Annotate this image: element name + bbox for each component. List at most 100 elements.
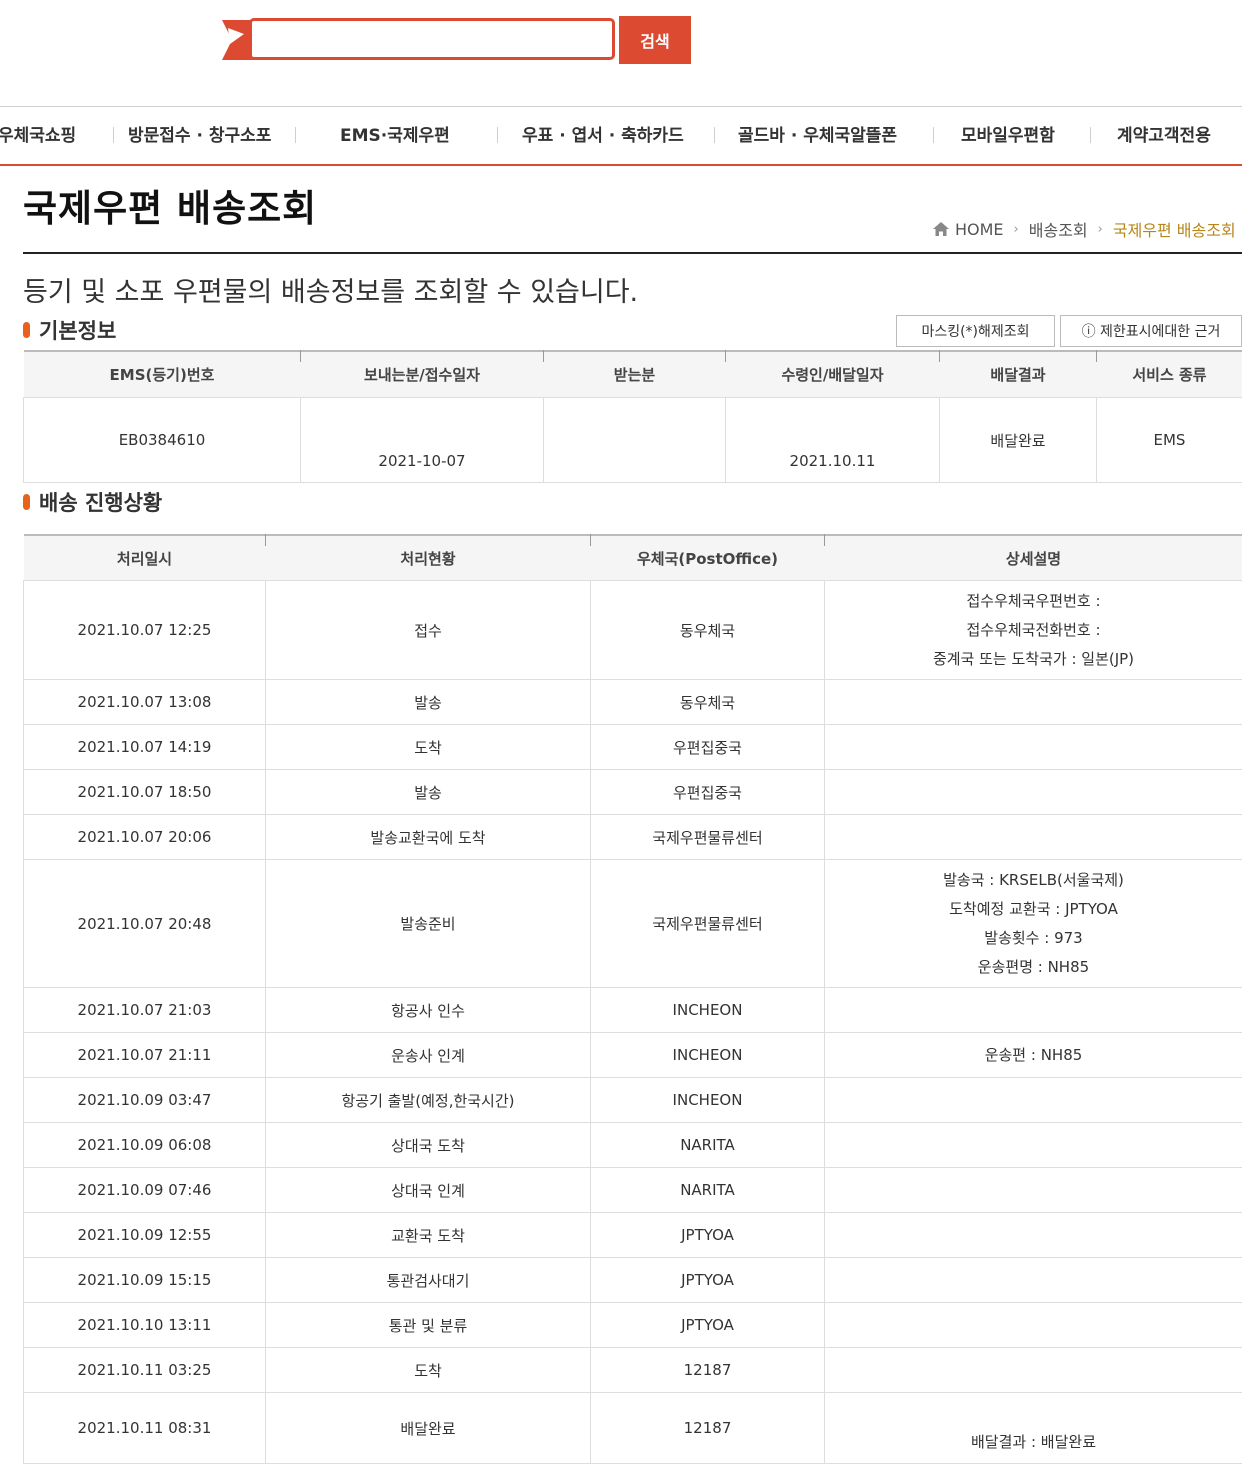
- process-datetime: 2021.10.07 12:25: [24, 581, 266, 680]
- search-button[interactable]: 검색: [619, 16, 691, 64]
- post-office: 우편집중국: [591, 725, 825, 770]
- section-title-label: 배송 진행상황: [39, 487, 162, 517]
- chevron-right-icon: ›: [1098, 222, 1103, 237]
- post-office: 동우체국: [591, 581, 825, 680]
- process-status: 발송준비: [266, 860, 591, 988]
- process-datetime: 2021.10.07 20:06: [24, 815, 266, 860]
- column-header: 처리현황: [266, 535, 591, 581]
- post-office: 12187: [591, 1393, 825, 1464]
- restriction-info-button[interactable]: ⓘ 제한표시에대한 근거: [1060, 315, 1242, 347]
- process-datetime: 2021.10.07 18:50: [24, 770, 266, 815]
- detail-description: 운송편 : NH85: [825, 1033, 1242, 1078]
- breadcrumb-home[interactable]: HOME: [955, 220, 1004, 239]
- process-datetime: 2021.10.07 13:08: [24, 680, 266, 725]
- detail-description: [825, 1213, 1242, 1258]
- table-row: 2021.10.07 12:25접수동우체국접수우체국우편번호 :접수우체국전화…: [24, 581, 1242, 680]
- post-office: 국제우편물류센터: [591, 860, 825, 988]
- process-datetime: 2021.10.11 03:25: [24, 1348, 266, 1393]
- process-status: 도착: [266, 725, 591, 770]
- post-office: JPTYOA: [591, 1213, 825, 1258]
- nav-item-stamps[interactable]: 우표 · 엽서 · 축하카드: [522, 121, 684, 146]
- detail-line: 도착예정 교환국 : JPTYOA: [826, 895, 1241, 924]
- table-row: 2021.10.07 13:08발송동우체국: [24, 680, 1242, 725]
- breadcrumb-current[interactable]: 국제우편 배송조회: [1113, 217, 1236, 241]
- detail-line: 발송국 : KRSELB(서울국제): [826, 866, 1241, 895]
- service-type: EMS: [1097, 398, 1242, 483]
- nav-divider: [933, 127, 934, 143]
- process-datetime: 2021.10.07 21:03: [24, 988, 266, 1033]
- detail-description: [825, 680, 1242, 725]
- column-header: 처리일시: [24, 535, 266, 581]
- process-datetime: 2021.10.09 12:55: [24, 1213, 266, 1258]
- post-office: JPTYOA: [591, 1258, 825, 1303]
- nav-divider: [497, 127, 498, 143]
- process-status: 상대국 인계: [266, 1168, 591, 1213]
- detail-description: [825, 725, 1242, 770]
- section-bullet-icon: [23, 322, 30, 338]
- process-status: 배달완료: [266, 1393, 591, 1464]
- nav-item-shopping[interactable]: 우체국쇼핑: [0, 121, 76, 146]
- process-status: 도착: [266, 1348, 591, 1393]
- home-icon: [932, 221, 950, 237]
- search-area: 검색: [222, 16, 692, 64]
- post-office: INCHEON: [591, 1078, 825, 1123]
- nav-divider: [1090, 127, 1091, 143]
- nav-item-contract[interactable]: 계약고객전용: [1117, 121, 1211, 146]
- tracking-table: 처리일시 처리현황 우체국(PostOffice) 상세설명 2021.10.0…: [23, 534, 1242, 1464]
- nav-item-ems[interactable]: EMS·국제우편: [340, 121, 450, 146]
- detail-description: [825, 988, 1242, 1033]
- basic-info-table: EMS(등기)번호 보내는분/접수일자 받는분 수령인/배달일자 배달결과 서비…: [23, 350, 1242, 483]
- process-datetime: 2021.10.10 13:11: [24, 1303, 266, 1348]
- chevron-right-icon: ›: [1014, 222, 1019, 237]
- nav-item-mobile-mailbox[interactable]: 모바일우편함: [961, 121, 1055, 146]
- masking-release-button[interactable]: 마스킹(*)해제조회: [896, 315, 1055, 347]
- process-datetime: 2021.10.07 21:11: [24, 1033, 266, 1078]
- process-status: 발송: [266, 770, 591, 815]
- table-row: 2021.10.10 13:11통관 및 분류JPTYOA: [24, 1303, 1242, 1348]
- delivery-result: 배달완료: [940, 398, 1097, 483]
- post-office: 12187: [591, 1348, 825, 1393]
- detail-description: 접수우체국우편번호 :접수우체국전화번호 :중계국 또는 도착국가 : 일본(J…: [825, 581, 1242, 680]
- search-input[interactable]: [249, 18, 615, 60]
- table-row: 2021.10.07 14:19도착우편집중국: [24, 725, 1242, 770]
- nav-item-visit-parcel[interactable]: 방문접수 · 창구소포: [128, 121, 271, 146]
- detail-line: 운송편 : NH85: [826, 1041, 1241, 1070]
- post-office: NARITA: [591, 1168, 825, 1213]
- detail-description: 배달결과 : 배달완료: [825, 1393, 1242, 1464]
- post-office: 우편집중국: [591, 770, 825, 815]
- detail-description: [825, 815, 1242, 860]
- process-status: 항공사 인수: [266, 988, 591, 1033]
- column-header: 받는분: [544, 351, 726, 398]
- table-row: 2021.10.09 12:55교환국 도착JPTYOA: [24, 1213, 1242, 1258]
- process-status: 통관검사대기: [266, 1258, 591, 1303]
- table-row: EB0384610 2021-10-07 2021.10.11 배달완료 EMS: [24, 398, 1242, 483]
- detail-line: 접수우체국우편번호 :: [826, 587, 1241, 616]
- page-title: 국제우편 배송조회: [23, 186, 317, 232]
- process-datetime: 2021.10.07 20:48: [24, 860, 266, 988]
- detail-description: 발송국 : KRSELB(서울국제)도착예정 교환국 : JPTYOA발송횟수 …: [825, 860, 1242, 988]
- table-row: 2021.10.09 03:47항공기 출발(예정,한국시간)INCHEON: [24, 1078, 1242, 1123]
- column-header: EMS(등기)번호: [24, 351, 301, 398]
- post-office: NARITA: [591, 1123, 825, 1168]
- post-office: 국제우편물류센터: [591, 815, 825, 860]
- detail-description: [825, 1303, 1242, 1348]
- process-datetime: 2021.10.07 14:19: [24, 725, 266, 770]
- process-datetime: 2021.10.09 15:15: [24, 1258, 266, 1303]
- section-bullet-icon: [23, 494, 30, 510]
- breadcrumb-tracking[interactable]: 배송조회: [1029, 217, 1088, 241]
- column-header: 서비스 종류: [1097, 351, 1242, 398]
- detail-line: 운송편명 : NH85: [826, 953, 1241, 982]
- process-status: 상대국 도착: [266, 1123, 591, 1168]
- main-nav: 우체국쇼핑 방문접수 · 창구소포 EMS·국제우편 우표 · 엽서 · 축하카…: [0, 106, 1242, 166]
- nav-divider: [113, 127, 114, 143]
- process-datetime: 2021.10.11 08:31: [24, 1393, 266, 1464]
- detail-line: 중계국 또는 도착국가 : 일본(JP): [826, 645, 1241, 674]
- receiver: [544, 398, 726, 483]
- table-row: 2021.10.07 21:11운송사 인계INCHEON운송편 : NH85: [24, 1033, 1242, 1078]
- nav-item-goldbar[interactable]: 골드바 · 우체국알뜰폰: [738, 121, 897, 146]
- table-row: 2021.10.11 08:31배달완료12187배달결과 : 배달완료: [24, 1393, 1242, 1464]
- table-row: 2021.10.07 21:03항공사 인수INCHEON: [24, 988, 1242, 1033]
- process-status: 발송교환국에 도착: [266, 815, 591, 860]
- column-header: 우체국(PostOffice): [591, 535, 825, 581]
- section-tracking: 배송 진행상황: [23, 487, 162, 517]
